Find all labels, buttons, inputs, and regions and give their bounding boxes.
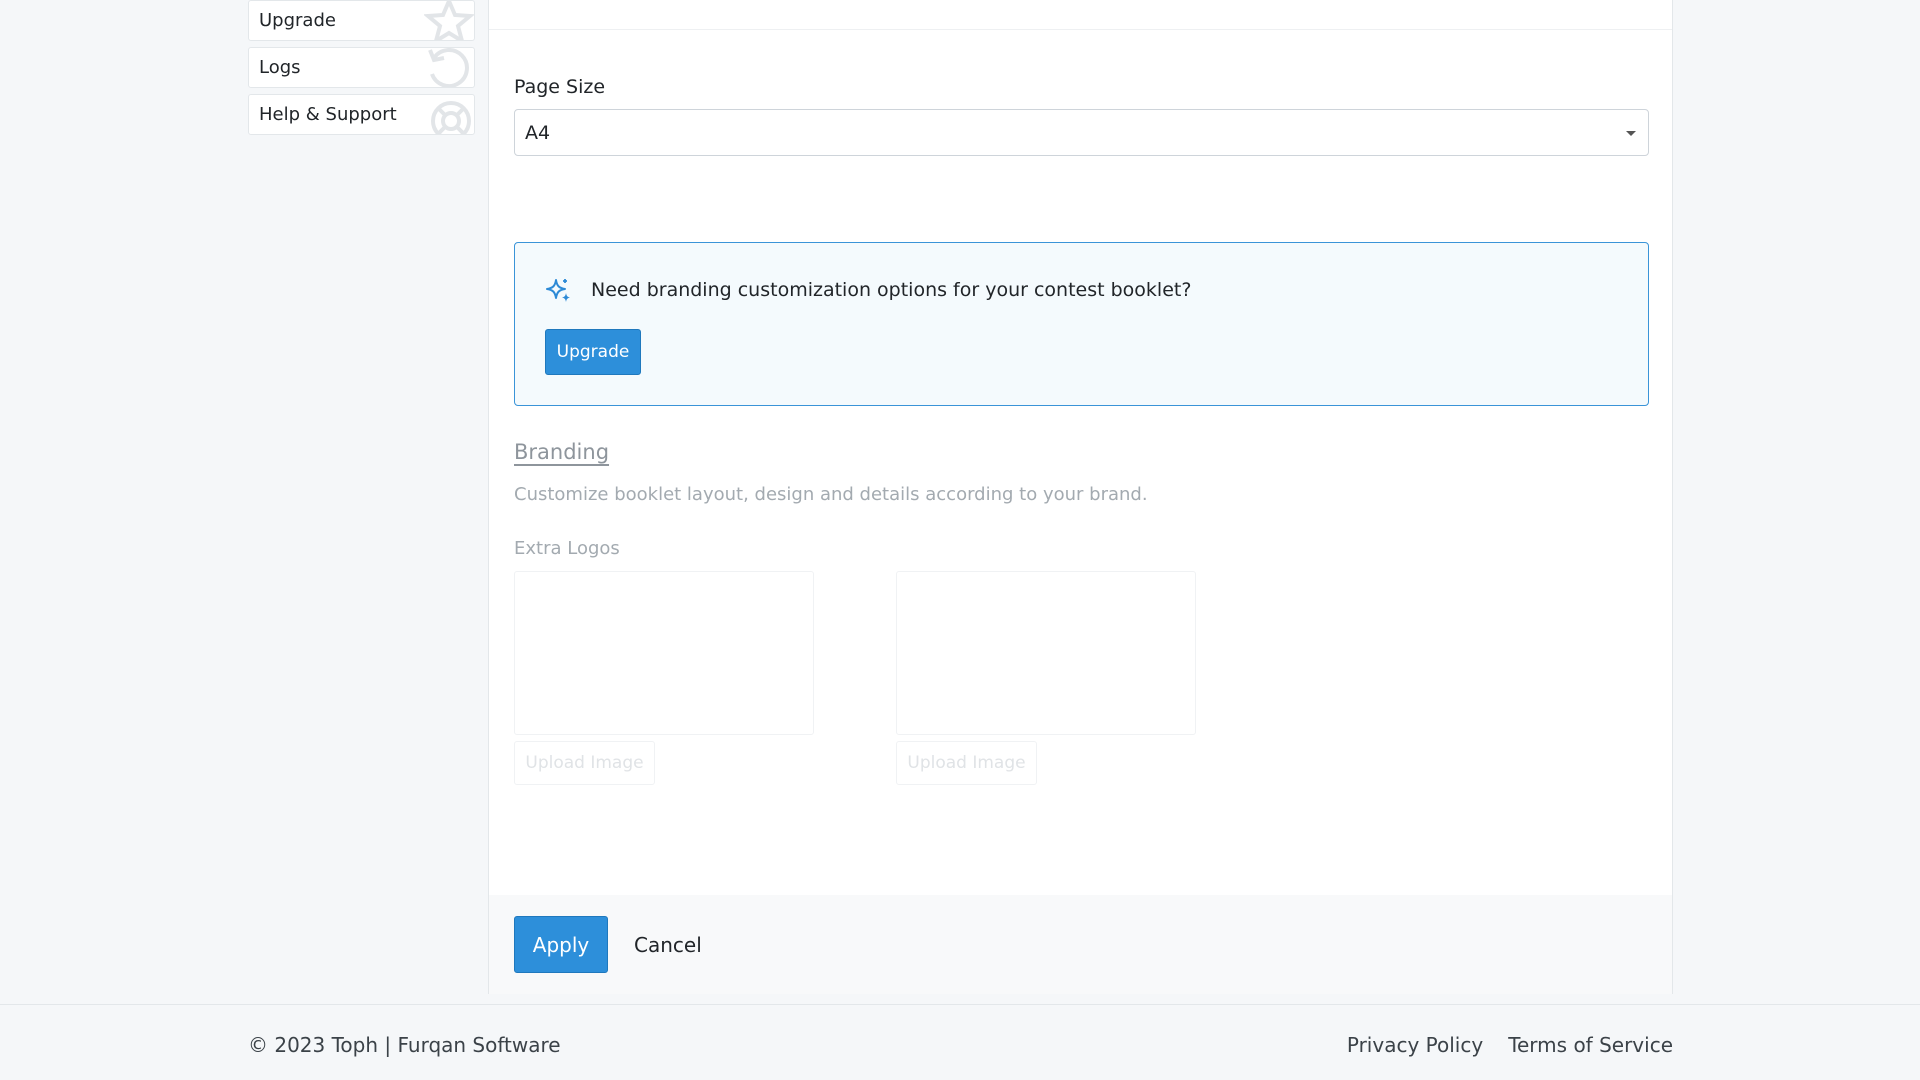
branding-description: Customize booklet layout, design and det… bbox=[514, 484, 1148, 505]
upload-image-button-2: Upload Image bbox=[896, 741, 1037, 785]
upload-image-button-1: Upload Image bbox=[514, 741, 655, 785]
page-size-value: A4 bbox=[525, 121, 551, 144]
sidebar-item-help-support[interactable]: Help & Support bbox=[248, 94, 475, 135]
copyright-text: © 2023 Toph | Furqan Software bbox=[248, 1033, 561, 1057]
chevron-down-icon bbox=[1626, 131, 1636, 136]
footer-links: Privacy Policy Terms of Service bbox=[1347, 1033, 1673, 1057]
promo-message: Need branding customization options for … bbox=[591, 279, 1192, 301]
privacy-policy-link[interactable]: Privacy Policy bbox=[1347, 1033, 1483, 1057]
terms-of-service-link[interactable]: Terms of Service bbox=[1508, 1033, 1673, 1057]
star-icon bbox=[422, 1, 474, 40]
sidebar-item-label: Help & Support bbox=[259, 104, 397, 125]
sparkles-icon bbox=[545, 277, 573, 305]
sidebar: Upgrade Logs Help & Support bbox=[248, 0, 475, 141]
sidebar-item-logs[interactable]: Logs bbox=[248, 47, 475, 88]
settings-panel: Page Size A4 Need branding customization… bbox=[488, 0, 1673, 994]
logo-placeholder-2 bbox=[896, 571, 1196, 735]
panel-footer: Apply Cancel bbox=[489, 895, 1672, 994]
sidebar-item-upgrade[interactable]: Upgrade bbox=[248, 0, 475, 41]
upgrade-button[interactable]: Upgrade bbox=[545, 329, 641, 375]
logo-placeholder-1 bbox=[514, 571, 814, 735]
page-size-label: Page Size bbox=[514, 76, 606, 98]
page-size-select[interactable]: A4 bbox=[514, 109, 1649, 156]
history-icon bbox=[424, 48, 474, 87]
upgrade-promo: Need branding customization options for … bbox=[514, 242, 1649, 406]
cancel-button[interactable]: Cancel bbox=[634, 916, 702, 973]
branding-title: Branding bbox=[514, 440, 610, 464]
life-ring-icon bbox=[424, 95, 474, 134]
apply-button[interactable]: Apply bbox=[514, 916, 608, 973]
divider bbox=[489, 29, 1672, 30]
site-footer: © 2023 Toph | Furqan Software Privacy Po… bbox=[0, 1004, 1920, 1080]
sidebar-item-label: Upgrade bbox=[259, 10, 336, 31]
extra-logos-label: Extra Logos bbox=[514, 538, 620, 559]
sidebar-item-label: Logs bbox=[259, 57, 301, 78]
